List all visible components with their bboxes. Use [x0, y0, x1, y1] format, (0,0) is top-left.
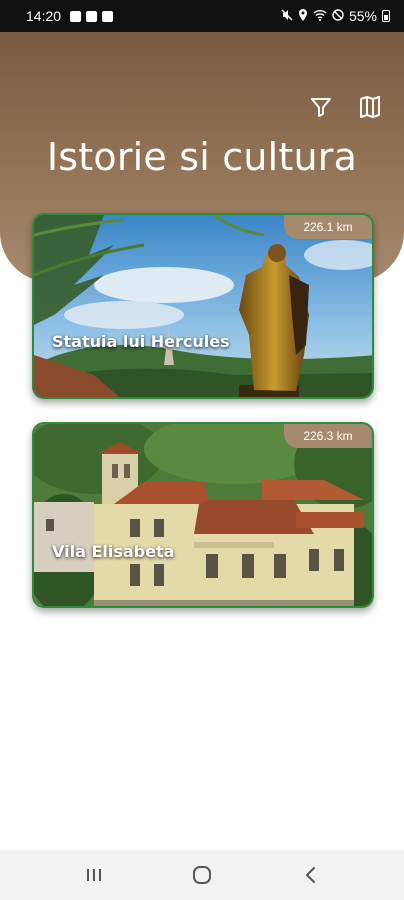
location-icon: [298, 8, 308, 24]
battery-icon: [382, 10, 390, 22]
distance-badge: 226.1 km: [284, 215, 372, 239]
back-icon: [306, 867, 315, 883]
status-time: 14:20: [26, 8, 62, 24]
card-title: Vila Elisabeta: [52, 542, 175, 561]
hercules-statue-image: [34, 215, 372, 397]
status-bar: 14:20 55%: [0, 0, 404, 32]
home-icon: [193, 866, 211, 884]
mute-icon: [281, 8, 293, 24]
map-button[interactable]: [355, 92, 385, 122]
battery-percent: 55%: [348, 8, 377, 24]
filter-button[interactable]: [306, 92, 336, 122]
app-icon: [86, 10, 98, 22]
place-card-hercules[interactable]: 226.1 km Statuia lui Hercules: [32, 213, 374, 399]
hand-icon: [102, 10, 114, 22]
status-bar-left: 14:20: [26, 8, 114, 24]
wifi-icon: [313, 8, 327, 24]
back-button[interactable]: [290, 855, 330, 895]
navigation-bar: [0, 850, 404, 900]
recent-apps-icon: [87, 869, 101, 881]
distance-badge: 226.3 km: [284, 424, 372, 448]
image-icon: [70, 10, 82, 22]
map-icon: [360, 96, 380, 118]
card-title: Statuia lui Hercules: [52, 332, 230, 351]
vila-elisabeta-image: [34, 424, 372, 606]
do-not-disturb-icon: [332, 8, 344, 24]
place-card-vila-elisabeta[interactable]: 226.3 km Vila Elisabeta: [32, 422, 374, 608]
filter-icon: [311, 98, 331, 117]
page-title: Istorie si cultura: [46, 135, 358, 179]
home-button[interactable]: [182, 855, 222, 895]
recent-apps-button[interactable]: [74, 855, 114, 895]
status-bar-right: 55%: [281, 8, 390, 24]
